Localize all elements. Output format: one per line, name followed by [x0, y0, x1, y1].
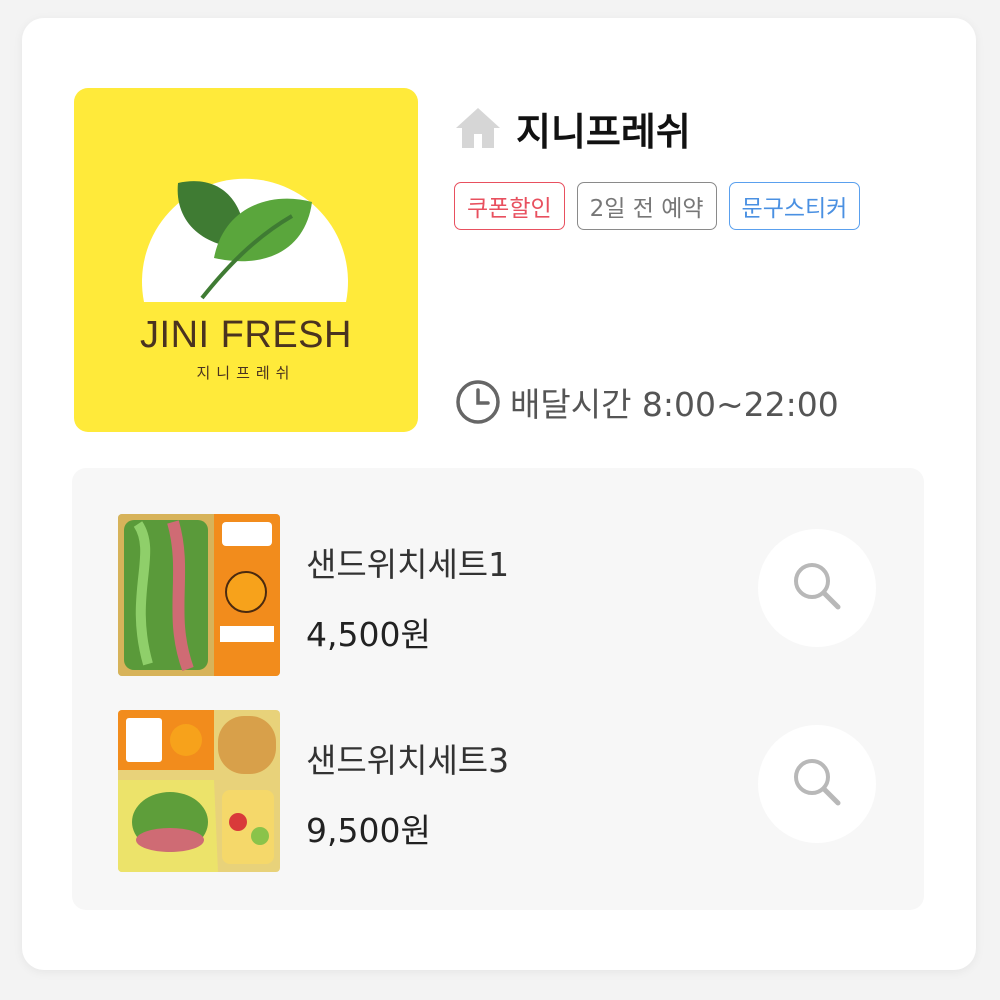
store-name: 지니프레쉬: [516, 109, 691, 154]
coupon-discount-tag: 쿠폰할인: [454, 182, 565, 230]
delivery-time-text: 배달시간 8:00~22:00: [510, 385, 839, 424]
menu-item[interactable]: 샌드위치세트1 4,500원: [72, 468, 924, 676]
menu-item-name: 샌드위치세트1: [306, 545, 510, 584]
store-logo: JINI FRESH 지니프레쉬: [74, 88, 418, 432]
menu-item-image: [118, 514, 280, 676]
menu-item[interactable]: 샌드위치세트3 9,500원: [72, 664, 924, 872]
menu-item-price: 4,500원: [306, 615, 431, 654]
zoom-button[interactable]: [758, 529, 876, 647]
delivery-time: 배달시간 8:00~22:00: [454, 378, 839, 426]
menu-item-price: 9,500원: [306, 811, 431, 850]
reservation-tag: 2일 전 예약: [576, 182, 717, 230]
menu-list: 샌드위치세트1 4,500원 샌드위치세트3 9,500원: [72, 468, 924, 910]
tag-list: 쿠폰할인 2일 전 예약 문구스티커: [454, 182, 861, 230]
home-icon[interactable]: [454, 106, 502, 150]
menu-item-name: 샌드위치세트3: [306, 741, 510, 780]
search-icon: [791, 756, 843, 812]
zoom-button[interactable]: [758, 725, 876, 843]
clock-icon: [454, 378, 502, 426]
search-icon: [791, 560, 843, 616]
logo-text-en: JINI FRESH: [140, 314, 352, 356]
sticker-tag: 문구스티커: [728, 182, 861, 230]
store-header: 지니프레쉬: [454, 100, 691, 156]
store-card: JINI FRESH 지니프레쉬 지니프레쉬 쿠폰할인 2일 전 예약 문구스티…: [22, 18, 976, 970]
logo-text-ko: 지니프레쉬: [196, 364, 296, 382]
menu-item-image: [118, 710, 280, 872]
